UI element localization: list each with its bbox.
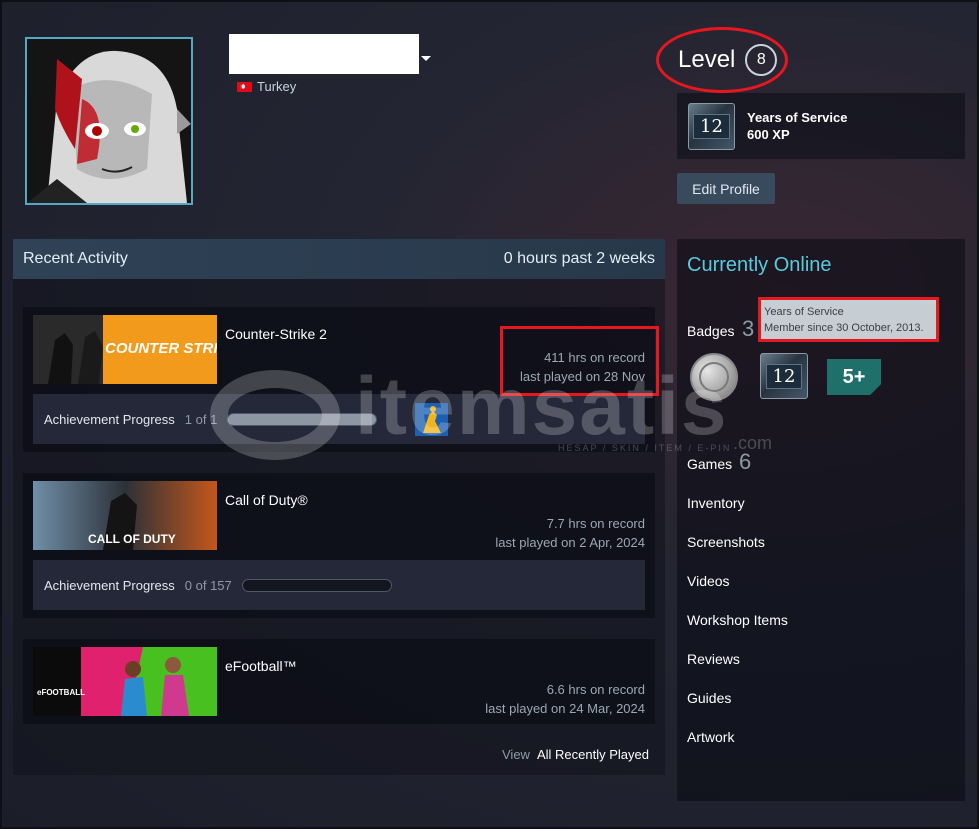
- artwork-link[interactable]: Artwork: [687, 729, 734, 745]
- badge-tooltip: Years of Service Member since 30 October…: [758, 297, 939, 342]
- avatar[interactable]: [25, 37, 193, 205]
- achievement-progress[interactable]: Achievement Progress 0 of 157: [33, 560, 645, 610]
- games-link[interactable]: Games: [687, 456, 732, 472]
- country: Turkey: [237, 79, 296, 94]
- game-name[interactable]: Call of Duty®: [225, 492, 308, 508]
- achievement-bar: [241, 578, 392, 592]
- featured-badge-title: Years of Service: [747, 110, 848, 125]
- workshop-items-link[interactable]: Workshop Items: [687, 612, 788, 628]
- screenshots-link[interactable]: Screenshots: [687, 534, 765, 550]
- achievement-progress[interactable]: Achievement Progress 1 of 1: [33, 394, 645, 444]
- persona-name-redacted: [229, 34, 419, 74]
- svg-text:CALL OF DUTY: CALL OF DUTY: [88, 532, 176, 546]
- game-capsule-efootball[interactable]: eFOOTBALL: [33, 647, 217, 716]
- guides-link[interactable]: Guides: [687, 690, 731, 706]
- recent-activity-title: Recent Activity: [23, 250, 128, 267]
- coin-badge-icon[interactable]: [690, 353, 738, 401]
- game-playtime: 6.6 hrs on record last played on 24 Mar,…: [485, 682, 645, 716]
- highlight-box-playtime: [500, 326, 659, 396]
- badges-count: 3: [742, 316, 755, 341]
- featured-badge-xp: 600 XP: [747, 127, 790, 142]
- five-plus-badge-icon[interactable]: 5+: [827, 359, 881, 395]
- game-name[interactable]: eFootball™: [225, 658, 297, 674]
- highlight-oval: [656, 27, 788, 93]
- years-of-service-badge-icon: 12: [760, 353, 808, 399]
- inventory-link[interactable]: Inventory: [687, 495, 745, 511]
- game-row-call-of-duty: CALL OF DUTY Call of Duty® 7.7 hrs on re…: [23, 473, 655, 618]
- view-all-recently-played[interactable]: View All Recently Played: [502, 747, 649, 762]
- edit-profile-button[interactable]: Edit Profile: [677, 173, 775, 204]
- recent-activity-header: Recent Activity 0 hours past 2 weeks: [13, 239, 665, 279]
- svg-text:eFOOTBALL: eFOOTBALL: [37, 688, 85, 697]
- achievement-icon[interactable]: [415, 402, 449, 436]
- game-playtime: 7.7 hrs on record last played on 2 Apr, …: [495, 516, 645, 550]
- featured-badge[interactable]: 12 Years of Service 600 XP: [677, 93, 965, 159]
- game-capsule-cod[interactable]: CALL OF DUTY: [33, 481, 217, 550]
- videos-link[interactable]: Videos: [687, 573, 730, 589]
- reviews-link[interactable]: Reviews: [687, 651, 740, 667]
- view-all-link[interactable]: All Recently Played: [537, 747, 649, 762]
- online-status: Currently Online: [687, 254, 832, 276]
- game-capsule-cs2[interactable]: COUNTER STRIKE 2: [33, 315, 217, 384]
- years-of-service-badge[interactable]: 12: [760, 353, 808, 399]
- achievement-bar: [227, 412, 378, 426]
- turkey-flag-icon: [237, 81, 252, 92]
- years-of-service-badge-icon: 12: [688, 102, 735, 150]
- svg-text:COUNTER STRIKE 2: COUNTER STRIKE 2: [105, 340, 217, 357]
- country-label: Turkey: [257, 79, 297, 94]
- badges-link[interactable]: Badges: [687, 323, 734, 339]
- game-row-efootball: eFOOTBALL eFootball™ 6.6 hrs on record l…: [23, 639, 655, 724]
- games-count: 6: [739, 449, 752, 474]
- game-name[interactable]: Counter-Strike 2: [225, 326, 327, 342]
- recent-activity-summary: 0 hours past 2 weeks: [503, 250, 655, 267]
- name-dropdown-icon[interactable]: [421, 56, 431, 61]
